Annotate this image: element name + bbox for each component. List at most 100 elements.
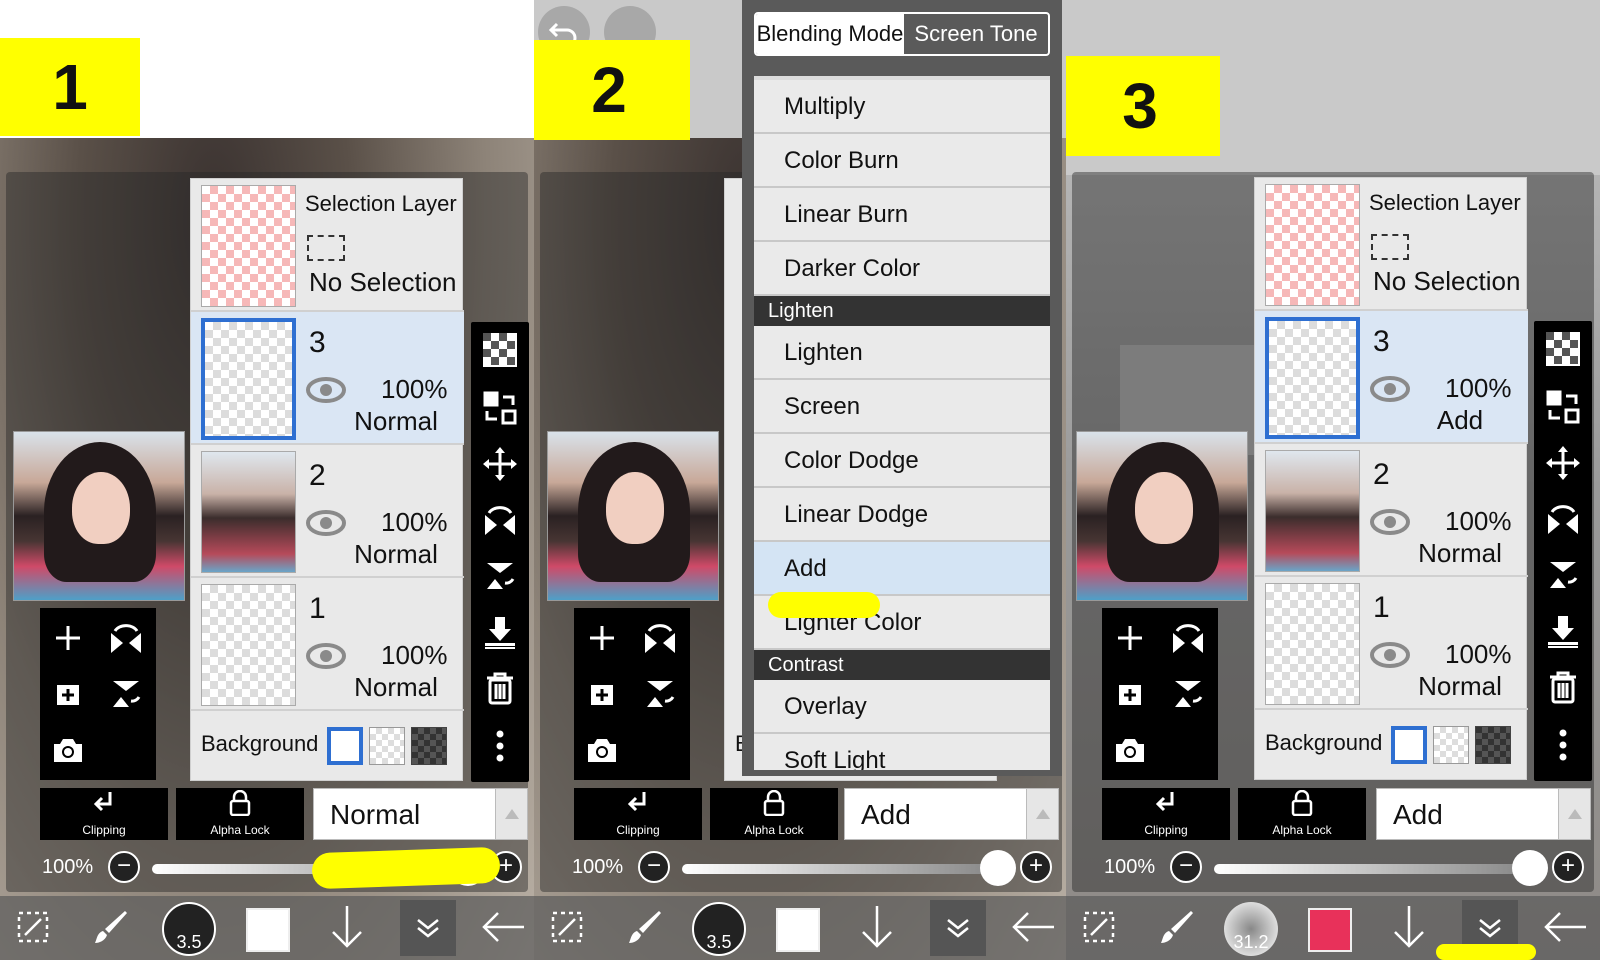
back-arrow-icon[interactable] bbox=[478, 902, 528, 952]
background-white-swatch[interactable] bbox=[327, 727, 363, 765]
opacity-plus-button[interactable]: + bbox=[1552, 851, 1584, 883]
flip-vertical-icon[interactable] bbox=[1166, 672, 1210, 716]
arrow-down-icon[interactable] bbox=[1384, 902, 1434, 952]
alpha-lock-button[interactable]: Alpha Lock bbox=[710, 788, 838, 840]
flip-vertical-icon[interactable] bbox=[104, 672, 148, 716]
flip-horizontal-icon[interactable] bbox=[638, 616, 682, 660]
add-layer-icon[interactable] bbox=[580, 672, 624, 716]
layers-menu-icon[interactable] bbox=[400, 900, 456, 956]
add-layer-icon[interactable] bbox=[46, 672, 90, 716]
layer-row-3[interactable]: 3 100% Normal bbox=[191, 312, 464, 445]
flip-horizontal-icon[interactable] bbox=[104, 616, 148, 660]
opacity-minus-button[interactable]: − bbox=[638, 851, 670, 883]
rotate-flip-icon[interactable] bbox=[1543, 499, 1583, 539]
add-layer-icon[interactable] bbox=[1108, 672, 1152, 716]
clipping-button[interactable]: Clipping bbox=[574, 788, 702, 840]
opacity-slider-knob[interactable] bbox=[980, 850, 1016, 886]
tab-blending-mode[interactable]: Blending Mode bbox=[756, 14, 904, 54]
more-icon[interactable] bbox=[1543, 725, 1583, 765]
layers-menu-icon[interactable] bbox=[930, 900, 986, 956]
plus-icon[interactable] bbox=[1108, 616, 1152, 660]
menu-item-add[interactable]: Add bbox=[754, 542, 1050, 596]
brush-size-indicator[interactable]: 3.5 bbox=[692, 902, 746, 956]
menu-item-lighten[interactable]: Lighten bbox=[754, 326, 1050, 380]
layer-row-3[interactable]: 3 100% Add bbox=[1255, 311, 1528, 444]
plus-icon[interactable] bbox=[46, 616, 90, 660]
menu-item-linear-burn[interactable]: Linear Burn bbox=[754, 188, 1050, 242]
back-arrow-icon[interactable] bbox=[1540, 902, 1590, 952]
camera-icon[interactable] bbox=[1108, 728, 1152, 772]
eye-icon[interactable] bbox=[306, 376, 346, 404]
menu-item-soft-light[interactable]: Soft Light bbox=[754, 734, 1050, 770]
back-arrow-icon[interactable] bbox=[1008, 902, 1058, 952]
layer-row-1[interactable]: 1 100% Normal bbox=[1255, 577, 1528, 710]
background-checker-swatch[interactable] bbox=[1433, 726, 1469, 764]
layer-row-2[interactable]: 2 100% Normal bbox=[191, 445, 464, 578]
more-icon[interactable] bbox=[480, 726, 520, 766]
transform-tool-icon[interactable] bbox=[542, 902, 592, 952]
selection-layer-row[interactable]: Selection Layer No Selection bbox=[191, 179, 464, 312]
transfer-icon[interactable] bbox=[1543, 387, 1583, 427]
trash-icon[interactable] bbox=[1543, 667, 1583, 707]
layer-row-2[interactable]: 2 100% Normal bbox=[1255, 444, 1528, 577]
checker-icon[interactable] bbox=[1543, 329, 1583, 369]
eye-icon[interactable] bbox=[1370, 508, 1410, 536]
transfer-icon[interactable] bbox=[480, 388, 520, 428]
brush-icon[interactable] bbox=[86, 902, 136, 952]
clipping-button[interactable]: Clipping bbox=[1102, 788, 1230, 840]
opacity-plus-button[interactable]: + bbox=[1020, 851, 1052, 883]
plus-icon[interactable] bbox=[580, 616, 624, 660]
clipping-button[interactable]: Clipping bbox=[40, 788, 168, 840]
color-swatch[interactable] bbox=[776, 908, 820, 952]
checker-icon[interactable] bbox=[480, 330, 520, 370]
rotate-flip-icon[interactable] bbox=[480, 500, 520, 540]
opacity-minus-button[interactable]: − bbox=[1170, 851, 1202, 883]
selection-layer-row[interactable]: Selection Layer No Selection bbox=[1255, 178, 1528, 311]
flip-horizontal-icon[interactable] bbox=[1166, 616, 1210, 660]
alpha-lock-button[interactable]: Alpha Lock bbox=[176, 788, 304, 840]
blend-mode-select[interactable]: Add bbox=[1376, 788, 1591, 840]
download-icon[interactable] bbox=[1543, 611, 1583, 651]
flip-vertical-icon[interactable] bbox=[480, 556, 520, 596]
alpha-lock-button[interactable]: Alpha Lock bbox=[1238, 788, 1366, 840]
opacity-slider[interactable] bbox=[1214, 864, 1526, 874]
arrow-down-icon[interactable] bbox=[852, 902, 902, 952]
color-swatch[interactable] bbox=[1308, 908, 1352, 952]
brush-size-indicator[interactable]: 3.5 bbox=[162, 902, 216, 956]
opacity-minus-button[interactable]: − bbox=[108, 851, 140, 883]
layer-row-1[interactable]: 1 100% Normal bbox=[191, 578, 464, 711]
flip-vertical-icon[interactable] bbox=[1543, 555, 1583, 595]
camera-icon[interactable] bbox=[46, 728, 90, 772]
download-icon[interactable] bbox=[480, 612, 520, 652]
transform-tool-icon[interactable] bbox=[8, 902, 58, 952]
flip-vertical-icon[interactable] bbox=[638, 672, 682, 716]
blend-mode-select[interactable]: Add bbox=[844, 788, 1059, 840]
move-icon[interactable] bbox=[1543, 443, 1583, 483]
eye-icon[interactable] bbox=[306, 509, 346, 537]
background-dark-swatch[interactable] bbox=[1475, 726, 1511, 764]
eye-icon[interactable] bbox=[1370, 375, 1410, 403]
menu-item-overlay[interactable]: Overlay bbox=[754, 680, 1050, 734]
color-swatch[interactable] bbox=[246, 908, 290, 952]
eye-icon[interactable] bbox=[306, 642, 346, 670]
menu-item-multiply[interactable]: Multiply bbox=[754, 80, 1050, 134]
menu-item-linear-dodge[interactable]: Linear Dodge bbox=[754, 488, 1050, 542]
menu-item-color-burn[interactable]: Color Burn bbox=[754, 134, 1050, 188]
trash-icon[interactable] bbox=[480, 668, 520, 708]
camera-icon[interactable] bbox=[580, 728, 624, 772]
tab-screen-tone[interactable]: Screen Tone bbox=[904, 14, 1048, 54]
eye-icon[interactable] bbox=[1370, 641, 1410, 669]
menu-item-color-dodge[interactable]: Color Dodge bbox=[754, 434, 1050, 488]
menu-item-screen[interactable]: Screen bbox=[754, 380, 1050, 434]
opacity-slider-knob[interactable] bbox=[1512, 850, 1548, 886]
move-icon[interactable] bbox=[480, 444, 520, 484]
brush-icon[interactable] bbox=[1152, 902, 1202, 952]
brush-size-indicator[interactable]: 31.2 bbox=[1224, 902, 1278, 956]
transform-tool-icon[interactable] bbox=[1074, 902, 1124, 952]
menu-item-darker-color[interactable]: Darker Color bbox=[754, 242, 1050, 296]
background-dark-swatch[interactable] bbox=[411, 727, 447, 765]
background-white-swatch[interactable] bbox=[1391, 726, 1427, 764]
opacity-slider[interactable] bbox=[682, 864, 994, 874]
background-checker-swatch[interactable] bbox=[369, 727, 405, 765]
blend-mode-select[interactable]: Normal bbox=[313, 788, 528, 840]
